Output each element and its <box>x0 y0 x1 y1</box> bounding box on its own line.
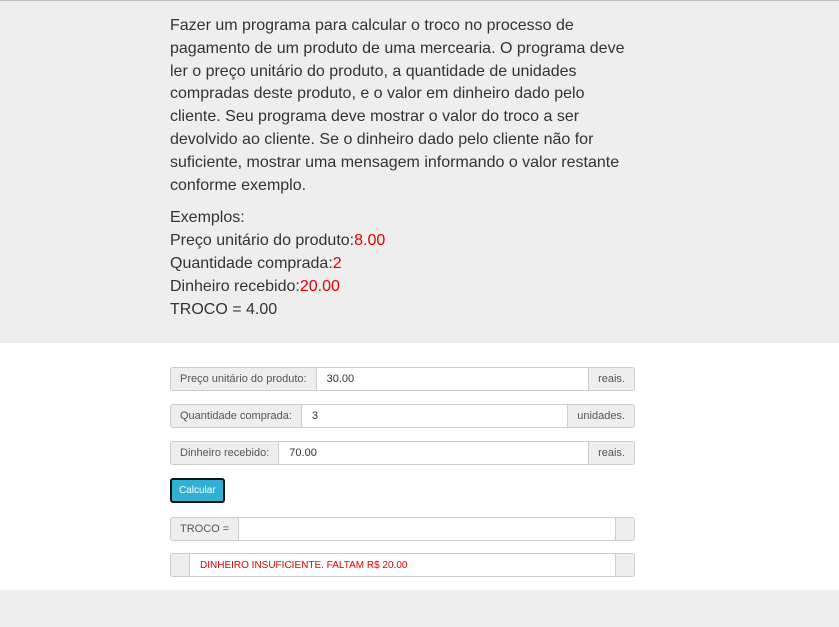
quantity-input-group: Quantidade comprada: unidades. <box>170 404 635 428</box>
change-label: TROCO = <box>171 518 240 540</box>
quantity-suffix: unidades. <box>567 405 634 427</box>
price-label: Preço unitário do produto: <box>171 368 317 390</box>
money-input[interactable] <box>279 442 589 464</box>
money-input-group: Dinheiro recebido: reais. <box>170 441 635 465</box>
change-form: Preço unitário do produto: reais. Quanti… <box>170 343 635 577</box>
message-output-cap-right <box>615 554 634 576</box>
example-quantity-value: 2 <box>332 254 342 272</box>
footer-band <box>0 590 839 627</box>
price-input[interactable] <box>316 368 589 390</box>
change-output-cap <box>615 518 634 540</box>
price-input-group: Preço unitário do produto: reais. <box>170 367 635 391</box>
change-output-group: TROCO = <box>170 517 635 541</box>
money-suffix: reais. <box>588 442 634 464</box>
example-quantity: Quantidade comprada:2 <box>170 253 638 276</box>
examples-heading: Exemplos: <box>170 209 245 227</box>
price-suffix: reais. <box>588 368 634 390</box>
message-output: DINHEIRO INSUFICIENTE. FALTAM R$ 20.00 <box>190 554 615 576</box>
money-label: Dinheiro recebido: <box>171 442 280 464</box>
message-output-group: DINHEIRO INSUFICIENTE. FALTAM R$ 20.00 <box>170 553 635 577</box>
example-quantity-label: Quantidade comprada: <box>170 254 333 272</box>
problem-panel: Fazer um programa para calcular o troco … <box>0 1 839 343</box>
quantity-input[interactable] <box>301 405 568 427</box>
quantity-label: Quantidade comprada: <box>171 405 302 427</box>
calculate-button[interactable]: Calcular <box>170 478 225 503</box>
example-money-label: Dinheiro recebido: <box>170 277 300 295</box>
example-price: Preço unitário do produto:8.00 <box>170 230 638 253</box>
change-output <box>239 518 615 540</box>
example-money: Dinheiro recebido:20.00 <box>170 276 638 299</box>
example-result: TROCO = 4.00 <box>170 300 278 318</box>
example-price-value: 8.00 <box>354 232 386 250</box>
message-output-cap-left <box>171 554 190 576</box>
example-price-label: Preço unitário do produto: <box>170 232 355 250</box>
problem-description: Fazer um programa para calcular o troco … <box>170 17 625 194</box>
example-money-value: 20.00 <box>299 277 340 295</box>
problem-content: Fazer um programa para calcular o troco … <box>170 15 638 321</box>
insufficient-money-message: DINHEIRO INSUFICIENTE. FALTAM R$ 20.00 <box>200 559 408 571</box>
